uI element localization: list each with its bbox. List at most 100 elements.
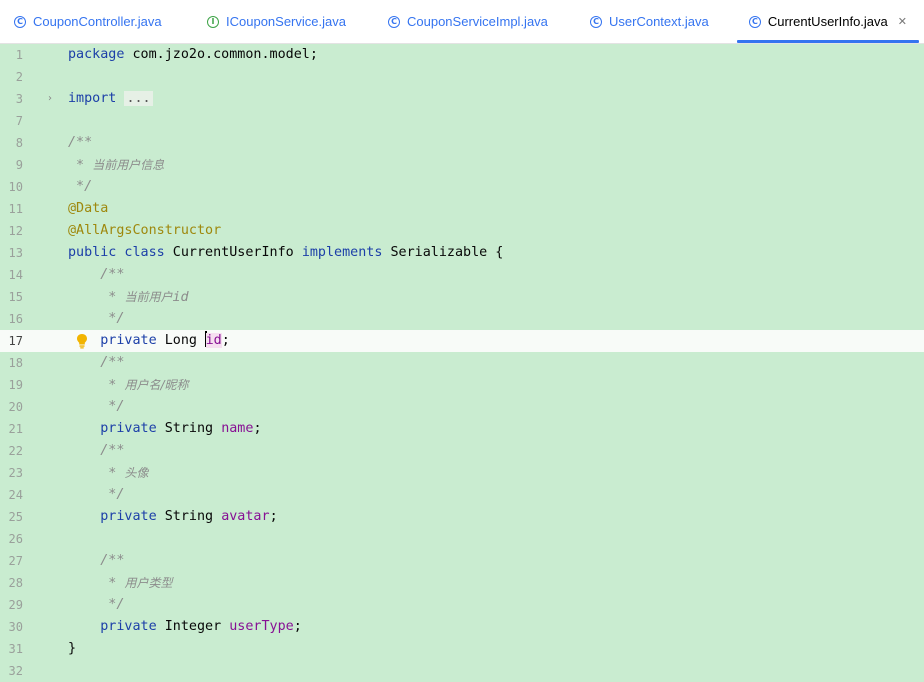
- close-icon[interactable]: ✕: [898, 15, 907, 28]
- tab-label: UserContext.java: [609, 14, 709, 29]
- code-line: 9 * 当前用户信息: [0, 154, 924, 176]
- code-line: 32: [0, 660, 924, 682]
- tab-user-context[interactable]: C UserContext.java: [590, 0, 709, 43]
- code-line: 23 * 头像: [0, 462, 924, 484]
- code-line: 31 }: [0, 638, 924, 660]
- tab-label: CurrentUserInfo.java: [767, 14, 888, 29]
- line-number: 16: [8, 312, 23, 326]
- editor-tab-bar: C CouponController.java I ICouponService…: [0, 0, 924, 44]
- line-text: public class CurrentUserInfo implements …: [68, 245, 504, 260]
- line-text: /**: [68, 443, 125, 458]
- line-text: */: [68, 179, 93, 194]
- code-line: 28 * 用户类型: [0, 572, 924, 594]
- code-line: 30 private Integer userType;: [0, 616, 924, 638]
- line-number: 11: [8, 202, 23, 216]
- current-code-line: 17 private Long id;: [0, 330, 924, 352]
- line-number: 20: [8, 400, 23, 414]
- tab-icoupon-service[interactable]: I ICouponService.java: [207, 0, 346, 43]
- line-text: /**: [68, 135, 93, 150]
- code-line: 29 */: [0, 594, 924, 616]
- line-text: * 当前用户id: [68, 290, 189, 305]
- code-line: 24 */: [0, 484, 924, 506]
- code-line: 1 package com.jzo2o.common.model;: [0, 44, 924, 66]
- line-number: 25: [8, 510, 23, 524]
- code-line: 20 */: [0, 396, 924, 418]
- interface-icon: I: [207, 15, 219, 28]
- line-text: * 当前用户信息: [68, 158, 165, 173]
- line-number: 2: [15, 70, 23, 84]
- line-text: * 用户类型: [68, 576, 173, 591]
- line-text: /**: [68, 267, 125, 282]
- code-line: 18 /**: [0, 352, 924, 374]
- line-text: */: [68, 399, 125, 414]
- code-line: 3 › import ...: [0, 88, 924, 110]
- line-number: 23: [8, 466, 23, 480]
- code-line: 2: [0, 66, 924, 88]
- line-number: 26: [8, 532, 23, 546]
- code-editor[interactable]: 1 package com.jzo2o.common.model; 2 3 › …: [0, 44, 924, 678]
- line-number: 7: [15, 114, 23, 128]
- code-line: 8 /**: [0, 132, 924, 154]
- tab-label: CouponController.java: [33, 14, 162, 29]
- line-text: * 用户名/昵称: [68, 378, 189, 393]
- line-number: 1: [15, 48, 23, 62]
- line-text: private String avatar;: [100, 509, 278, 524]
- line-number: 30: [8, 620, 23, 634]
- line-number: 21: [8, 422, 23, 436]
- line-number: 22: [8, 444, 23, 458]
- line-number: 32: [8, 664, 23, 678]
- code-line: 26: [0, 528, 924, 550]
- class-icon: C: [590, 15, 602, 28]
- class-icon: C: [388, 15, 400, 28]
- line-number: 27: [8, 554, 23, 568]
- chevron-right-icon[interactable]: ›: [48, 88, 52, 110]
- line-number: 24: [8, 488, 23, 502]
- active-tab-indicator: [737, 40, 919, 43]
- line-number: 12: [8, 224, 23, 238]
- line-text: */: [68, 311, 125, 326]
- code-line: 21 private String name;: [0, 418, 924, 440]
- line-number: 17: [8, 334, 23, 348]
- line-text: /**: [68, 553, 125, 568]
- line-text: import ...: [68, 91, 153, 106]
- tab-label: ICouponService.java: [226, 14, 346, 29]
- class-icon: C: [749, 15, 761, 28]
- code-line: 16 */: [0, 308, 924, 330]
- line-number: 14: [8, 268, 23, 282]
- code-line: 22 /**: [0, 440, 924, 462]
- line-text: private String name;: [100, 421, 262, 436]
- code-line: 12 @AllArgsConstructor: [0, 220, 924, 242]
- line-text: private Integer userType;: [100, 619, 302, 634]
- line-text: /**: [68, 355, 125, 370]
- code-line: 25 private String avatar;: [0, 506, 924, 528]
- line-text: */: [68, 487, 125, 502]
- line-number: 15: [8, 290, 23, 304]
- tab-label: CouponServiceImpl.java: [407, 14, 548, 29]
- tab-coupon-service-impl[interactable]: C CouponServiceImpl.java: [388, 0, 548, 43]
- line-number: 19: [8, 378, 23, 392]
- line-number: 13: [8, 246, 23, 260]
- line-text: */: [68, 597, 125, 612]
- line-number: 29: [8, 598, 23, 612]
- line-number: 3: [15, 92, 23, 106]
- class-icon: C: [14, 15, 26, 28]
- tab-current-user-info[interactable]: C CurrentUserInfo.java ✕: [737, 0, 919, 43]
- folded-imports[interactable]: ...: [124, 91, 153, 106]
- line-text: @Data: [68, 201, 109, 216]
- code-line: 13 public class CurrentUserInfo implemen…: [0, 242, 924, 264]
- line-text: private Long id;: [100, 331, 230, 348]
- tab-coupon-controller[interactable]: C CouponController.java: [14, 0, 162, 43]
- line-number: 18: [8, 356, 23, 370]
- line-text: }: [68, 641, 77, 656]
- line-number: 8: [15, 136, 23, 150]
- code-line: 27 /**: [0, 550, 924, 572]
- line-number: 10: [8, 180, 23, 194]
- line-text: @AllArgsConstructor: [68, 223, 222, 238]
- code-line: 15 * 当前用户id: [0, 286, 924, 308]
- code-line: 14 /**: [0, 264, 924, 286]
- line-text: package com.jzo2o.common.model;: [68, 47, 318, 62]
- line-number: 31: [8, 642, 23, 656]
- code-line: 10 */: [0, 176, 924, 198]
- code-line: 11 @Data: [0, 198, 924, 220]
- line-text: * 头像: [68, 466, 149, 481]
